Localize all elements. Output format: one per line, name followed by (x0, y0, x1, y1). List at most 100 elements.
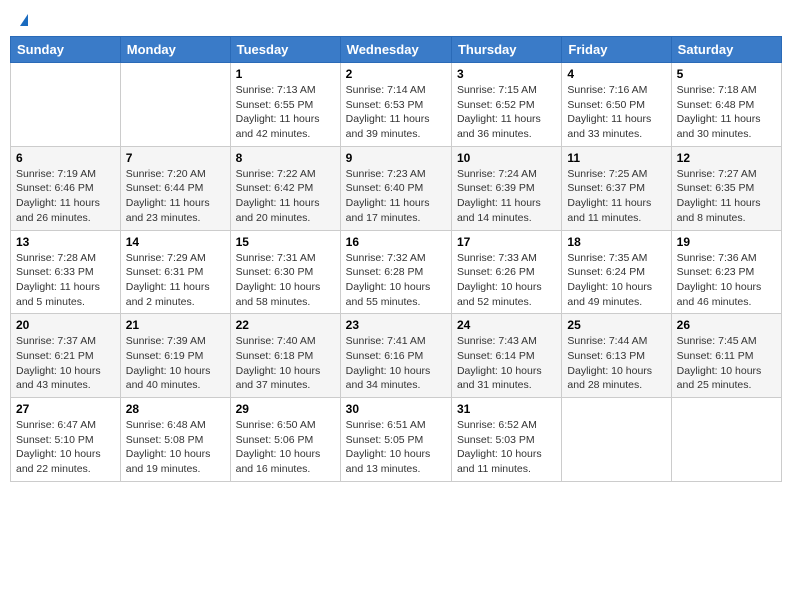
day-info: Sunrise: 7:37 AMSunset: 6:21 PMDaylight:… (16, 334, 115, 393)
calendar-week-row: 1 Sunrise: 7:13 AMSunset: 6:55 PMDaylight… (11, 63, 782, 147)
day-info: Sunrise: 7:35 AMSunset: 6:24 PMDaylight:… (567, 251, 665, 310)
day-number: 28 (126, 402, 225, 416)
day-number: 18 (567, 235, 665, 249)
day-number: 20 (16, 318, 115, 332)
day-info: Sunrise: 7:45 AMSunset: 6:11 PMDaylight:… (677, 334, 776, 393)
calendar-cell: 13Sunrise: 7:28 AMSunset: 6:33 PMDayligh… (11, 230, 121, 314)
day-number: 6 (16, 151, 115, 165)
day-info: Sunrise: 7:20 AMSunset: 6:44 PMDaylight:… (126, 167, 225, 226)
calendar-cell: 5Sunrise: 7:18 AMSunset: 6:48 PMDaylight… (671, 63, 781, 147)
day-number: 31 (457, 402, 556, 416)
day-number: 8 (236, 151, 335, 165)
calendar-cell: 22 Sunrise: 7:40 AMSunset: 6:18 PMDayligh… (230, 314, 340, 398)
calendar-cell: 26Sunrise: 7:45 AMSunset: 6:11 PMDayligh… (671, 314, 781, 398)
calendar-cell: 15 Sunrise: 7:31 AMSunset: 6:30 PMDayligh… (230, 230, 340, 314)
day-info: Sunrise: 7:16 AMSunset: 6:50 PMDaylight:… (567, 83, 665, 142)
day-number: 15 (236, 235, 335, 249)
day-info: Sunrise: 6:50 AMSunset: 5:06 PMDaylight:… (236, 418, 335, 477)
calendar-week-row: 13Sunrise: 7:28 AMSunset: 6:33 PMDayligh… (11, 230, 782, 314)
day-number: 14 (126, 235, 225, 249)
calendar-table: SundayMondayTuesdayWednesdayThursdayFrid… (10, 36, 782, 482)
day-number: 23 (346, 318, 446, 332)
day-info: Sunrise: 7:40 AMSunset: 6:18 PMDaylight:… (236, 334, 335, 393)
calendar-cell: 30 Sunrise: 6:51 AMSunset: 5:05 PMDayligh… (340, 398, 451, 482)
calendar-week-row: 27 Sunrise: 6:47 AMSunset: 5:10 PMDayligh… (11, 398, 782, 482)
calendar-cell: 8 Sunrise: 7:22 AMSunset: 6:42 PMDaylight… (230, 146, 340, 230)
day-number: 3 (457, 67, 556, 81)
calendar-cell: 23 Sunrise: 7:41 AMSunset: 6:16 PMDayligh… (340, 314, 451, 398)
calendar-cell: 2 Sunrise: 7:14 AMSunset: 6:53 PMDaylight… (340, 63, 451, 147)
calendar-cell: 16 Sunrise: 7:32 AMSunset: 6:28 PMDayligh… (340, 230, 451, 314)
day-info: Sunrise: 7:39 AMSunset: 6:19 PMDaylight:… (126, 334, 225, 393)
day-info: Sunrise: 7:22 AMSunset: 6:42 PMDaylight:… (236, 167, 335, 226)
day-number: 27 (16, 402, 115, 416)
day-number: 10 (457, 151, 556, 165)
weekday-header-wednesday: Wednesday (340, 37, 451, 63)
day-number: 5 (677, 67, 776, 81)
calendar-cell: 31Sunrise: 6:52 AMSunset: 5:03 PMDayligh… (451, 398, 561, 482)
day-number: 16 (346, 235, 446, 249)
weekday-header-monday: Monday (120, 37, 230, 63)
logo-triangle-icon (20, 14, 28, 26)
day-info: Sunrise: 7:15 AMSunset: 6:52 PMDaylight:… (457, 83, 556, 142)
day-number: 24 (457, 318, 556, 332)
calendar-cell: 19 Sunrise: 7:36 AMSunset: 6:23 PMDayligh… (671, 230, 781, 314)
calendar-cell: 7 Sunrise: 7:20 AMSunset: 6:44 PMDaylight… (120, 146, 230, 230)
day-number: 7 (126, 151, 225, 165)
calendar-cell: 24 Sunrise: 7:43 AMSunset: 6:14 PMDayligh… (451, 314, 561, 398)
day-info: Sunrise: 7:24 AMSunset: 6:39 PMDaylight:… (457, 167, 556, 226)
day-number: 12 (677, 151, 776, 165)
calendar-cell: 9 Sunrise: 7:23 AMSunset: 6:40 PMDaylight… (340, 146, 451, 230)
calendar-cell: 18 Sunrise: 7:35 AMSunset: 6:24 PMDayligh… (562, 230, 671, 314)
day-number: 21 (126, 318, 225, 332)
logo (18, 14, 28, 26)
day-info: Sunrise: 7:43 AMSunset: 6:14 PMDaylight:… (457, 334, 556, 393)
day-info: Sunrise: 7:23 AMSunset: 6:40 PMDaylight:… (346, 167, 446, 226)
day-info: Sunrise: 7:31 AMSunset: 6:30 PMDaylight:… (236, 251, 335, 310)
calendar-cell: 4Sunrise: 7:16 AMSunset: 6:50 PMDaylight… (562, 63, 671, 147)
day-info: Sunrise: 6:51 AMSunset: 5:05 PMDaylight:… (346, 418, 446, 477)
day-info: Sunrise: 7:36 AMSunset: 6:23 PMDaylight:… (677, 251, 776, 310)
calendar-header-row: SundayMondayTuesdayWednesdayThursdayFrid… (11, 37, 782, 63)
day-info: Sunrise: 6:47 AMSunset: 5:10 PMDaylight:… (16, 418, 115, 477)
day-number: 2 (346, 67, 446, 81)
calendar-cell: 1 Sunrise: 7:13 AMSunset: 6:55 PMDaylight… (230, 63, 340, 147)
page-header (10, 10, 782, 30)
calendar-week-row: 6 Sunrise: 7:19 AMSunset: 6:46 PMDaylight… (11, 146, 782, 230)
calendar-cell (671, 398, 781, 482)
day-info: Sunrise: 7:27 AMSunset: 6:35 PMDaylight:… (677, 167, 776, 226)
day-number: 17 (457, 235, 556, 249)
day-number: 22 (236, 318, 335, 332)
day-number: 11 (567, 151, 665, 165)
calendar-cell (562, 398, 671, 482)
day-number: 19 (677, 235, 776, 249)
day-info: Sunrise: 7:19 AMSunset: 6:46 PMDaylight:… (16, 167, 115, 226)
day-number: 1 (236, 67, 335, 81)
calendar-cell: 14 Sunrise: 7:29 AMSunset: 6:31 PMDayligh… (120, 230, 230, 314)
day-info: Sunrise: 7:29 AMSunset: 6:31 PMDaylight:… (126, 251, 225, 310)
calendar-cell: 27 Sunrise: 6:47 AMSunset: 5:10 PMDayligh… (11, 398, 121, 482)
day-info: Sunrise: 7:25 AMSunset: 6:37 PMDaylight:… (567, 167, 665, 226)
day-info: Sunrise: 6:48 AMSunset: 5:08 PMDaylight:… (126, 418, 225, 477)
calendar-cell: 28 Sunrise: 6:48 AMSunset: 5:08 PMDayligh… (120, 398, 230, 482)
calendar-cell: 29 Sunrise: 6:50 AMSunset: 5:06 PMDayligh… (230, 398, 340, 482)
calendar-cell: 11 Sunrise: 7:25 AMSunset: 6:37 PMDayligh… (562, 146, 671, 230)
calendar-cell (11, 63, 121, 147)
day-info: Sunrise: 7:41 AMSunset: 6:16 PMDaylight:… (346, 334, 446, 393)
weekday-header-sunday: Sunday (11, 37, 121, 63)
weekday-header-tuesday: Tuesday (230, 37, 340, 63)
calendar-cell: 10 Sunrise: 7:24 AMSunset: 6:39 PMDayligh… (451, 146, 561, 230)
day-number: 25 (567, 318, 665, 332)
calendar-week-row: 20 Sunrise: 7:37 AMSunset: 6:21 PMDayligh… (11, 314, 782, 398)
weekday-header-thursday: Thursday (451, 37, 561, 63)
day-number: 29 (236, 402, 335, 416)
day-info: Sunrise: 7:14 AMSunset: 6:53 PMDaylight:… (346, 83, 446, 142)
calendar-cell: 21 Sunrise: 7:39 AMSunset: 6:19 PMDayligh… (120, 314, 230, 398)
day-info: Sunrise: 7:33 AMSunset: 6:26 PMDaylight:… (457, 251, 556, 310)
calendar-cell: 6 Sunrise: 7:19 AMSunset: 6:46 PMDaylight… (11, 146, 121, 230)
day-number: 9 (346, 151, 446, 165)
day-number: 30 (346, 402, 446, 416)
calendar-cell: 25Sunrise: 7:44 AMSunset: 6:13 PMDayligh… (562, 314, 671, 398)
day-info: Sunrise: 7:13 AMSunset: 6:55 PMDaylight:… (236, 83, 335, 142)
day-info: Sunrise: 7:32 AMSunset: 6:28 PMDaylight:… (346, 251, 446, 310)
